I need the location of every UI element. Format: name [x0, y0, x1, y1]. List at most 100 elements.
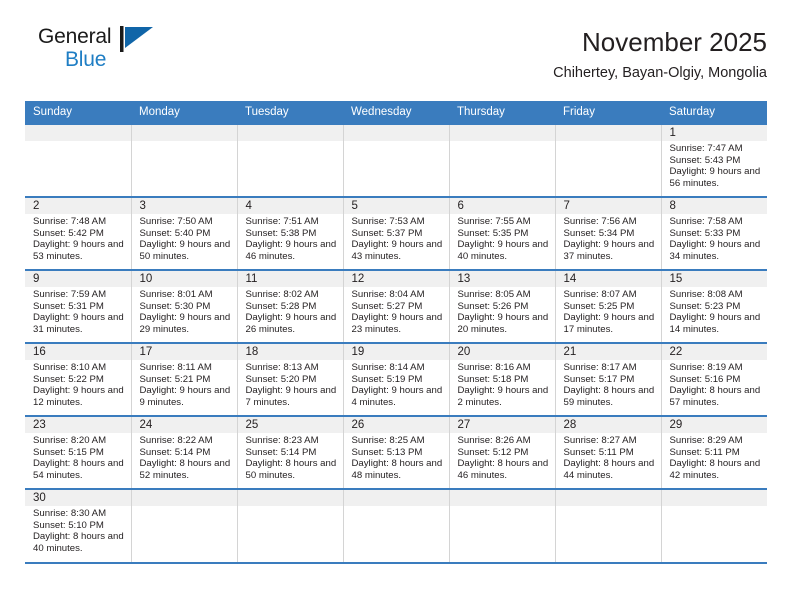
calendar-day-cell[interactable]: 20 Sunrise: 8:16 AM Sunset: 5:18 PM Dayligh…	[449, 342, 556, 416]
calendar-day-cell[interactable]: 21 Sunrise: 8:17 AM Sunset: 5:17 PM Dayligh…	[555, 342, 662, 416]
day-sun-info: Sunrise: 8:10 AM Sunset: 5:22 PM Daylight:…	[25, 360, 131, 408]
daylight-text: Daylight: 9 hours and 7 minutes.	[245, 385, 337, 408]
day-number: 6	[449, 198, 555, 214]
calendar-page: General Blue November 2025 Chihertey, Ba…	[0, 0, 792, 612]
day-number: 16	[25, 344, 131, 360]
calendar-day-cell[interactable]: 4 Sunrise: 7:51 AM Sunset: 5:38 PM Daylight…	[237, 196, 344, 270]
sunrise-text: Sunrise: 7:50 AM	[139, 216, 213, 227]
daylight-text: Daylight: 9 hours and 2 minutes.	[457, 385, 549, 408]
calendar-day-cell[interactable]: 9 Sunrise: 7:59 AM Sunset: 5:31 PM Daylight…	[25, 269, 132, 343]
calendar-day-cell-empty	[449, 488, 556, 562]
calendar-day-cell[interactable]: 1 Sunrise: 7:47 AM Sunset: 5:43 PM Daylight…	[661, 123, 767, 197]
sunrise-sunset-calendar: Sunday Monday Tuesday Wednesday Thursday Frid…	[25, 101, 767, 562]
calendar-day-cell[interactable]: 16 Sunrise: 8:10 AM Sunset: 5:22 PM Dayligh…	[25, 342, 132, 416]
calendar-day-cell[interactable]: 26 Sunrise: 8:25 AM Sunset: 5:13 PM Dayligh…	[343, 415, 450, 489]
sunset-text: Sunset: 5:33 PM	[669, 227, 741, 239]
sunrise-text: Sunrise: 7:58 AM	[669, 216, 743, 227]
day-number-placeholder	[449, 490, 555, 506]
calendar-day-cell[interactable]: 8 Sunrise: 7:58 AM Sunset: 5:33 PM Daylight…	[661, 196, 768, 270]
calendar-day-cell[interactable]: 27 Sunrise: 8:26 AM Sunset: 5:12 PM Dayligh…	[449, 415, 556, 489]
calendar-day-cell[interactable]: 22 Sunrise: 8:19 AM Sunset: 5:16 PM Dayligh…	[661, 342, 767, 416]
calendar-day-cell[interactable]: 19 Sunrise: 8:14 AM Sunset: 5:19 PM Dayligh…	[343, 342, 450, 416]
sunrise-text: Sunrise: 8:01 AM	[139, 289, 213, 300]
calendar-day-cell[interactable]: 28 Sunrise: 8:27 AM Sunset: 5:11 PM Dayligh…	[555, 415, 662, 489]
sunset-text: Sunset: 5:19 PM	[351, 373, 423, 385]
sunset-text: Sunset: 5:28 PM	[245, 300, 317, 312]
calendar-day-cell[interactable]: 15 Sunrise: 8:08 AM Sunset: 5:23 PM Dayligh…	[661, 269, 767, 343]
calendar-day-cell[interactable]: 29 Sunrise: 8:29 AM Sunset: 5:11 PM Dayligh…	[661, 415, 767, 489]
sunset-text: Sunset: 5:21 PM	[139, 373, 211, 385]
calendar-day-cell[interactable]: 11 Sunrise: 8:02 AM Sunset: 5:28 PM Dayligh…	[237, 269, 344, 343]
day-sun-info: Sunrise: 8:22 AM Sunset: 5:14 PM Daylight:…	[132, 433, 237, 481]
day-sun-info: Sunrise: 7:55 AM Sunset: 5:35 PM Daylight:…	[450, 214, 555, 262]
sunrise-text: Sunrise: 8:02 AM	[245, 289, 319, 300]
calendar-day-cell[interactable]: 13 Sunrise: 8:05 AM Sunset: 5:26 PM Dayligh…	[449, 269, 556, 343]
location-subtitle: Chihertey, Bayan-Olgiy, Mongolia	[553, 65, 767, 81]
calendar-day-cell-empty	[555, 488, 662, 562]
calendar-day-cell[interactable]: 2 Sunrise: 7:48 AM Sunset: 5:42 PM Daylight…	[25, 196, 132, 270]
day-sun-info: Sunrise: 8:02 AM Sunset: 5:28 PM Daylight:…	[238, 287, 343, 335]
sunset-text: Sunset: 5:12 PM	[457, 446, 529, 458]
day-number-placeholder	[237, 490, 343, 506]
sunset-text: Sunset: 5:31 PM	[33, 300, 104, 312]
page-header: General Blue November 2025 Chihertey, Ba…	[25, 0, 767, 97]
calendar-day-cell[interactable]: 18 Sunrise: 8:13 AM Sunset: 5:20 PM Dayligh…	[237, 342, 344, 416]
daylight-text: Daylight: 8 hours and 54 minutes.	[33, 458, 124, 481]
calendar-day-cell[interactable]: 10 Sunrise: 8:01 AM Sunset: 5:30 PM Dayligh…	[131, 269, 238, 343]
sunrise-text: Sunrise: 8:19 AM	[669, 362, 743, 373]
daylight-text: Daylight: 9 hours and 53 minutes.	[33, 239, 124, 262]
day-number: 10	[131, 271, 237, 287]
sunset-text: Sunset: 5:16 PM	[669, 373, 741, 385]
calendar-day-cell[interactable]: 6 Sunrise: 7:55 AM Sunset: 5:35 PM Daylight…	[449, 196, 556, 270]
daylight-text: Daylight: 9 hours and 4 minutes.	[351, 385, 443, 408]
calendar-day-cell[interactable]: 25 Sunrise: 8:23 AM Sunset: 5:14 PM Dayligh…	[237, 415, 344, 489]
calendar-day-cell[interactable]: 3 Sunrise: 7:50 AM Sunset: 5:40 PM Daylight…	[131, 196, 238, 270]
calendar-day-cell[interactable]: 14 Sunrise: 8:07 AM Sunset: 5:25 PM Dayligh…	[555, 269, 662, 343]
calendar-day-cell[interactable]: 23 Sunrise: 8:20 AM Sunset: 5:15 PM Dayligh…	[25, 415, 132, 489]
daylight-text: Daylight: 9 hours and 20 minutes.	[457, 312, 549, 335]
day-number: 28	[555, 417, 661, 433]
daylight-text: Daylight: 9 hours and 56 minutes.	[669, 166, 761, 189]
calendar-day-cell[interactable]: 17 Sunrise: 8:11 AM Sunset: 5:21 PM Dayligh…	[131, 342, 238, 416]
day-number: 14	[555, 271, 661, 287]
day-sun-info: Sunrise: 7:51 AM Sunset: 5:38 PM Daylight:…	[238, 214, 343, 262]
sunset-text: Sunset: 5:35 PM	[457, 227, 529, 239]
calendar-day-cell-empty	[237, 123, 344, 197]
calendar-day-cell[interactable]: 24 Sunrise: 8:22 AM Sunset: 5:14 PM Dayligh…	[131, 415, 238, 489]
daylight-text: Daylight: 8 hours and 59 minutes.	[563, 385, 655, 408]
day-sun-info: Sunrise: 8:07 AM Sunset: 5:25 PM Daylight:…	[556, 287, 661, 335]
calendar-day-cell[interactable]: 30 Sunrise: 8:30 AM Sunset: 5:10 PM Dayligh…	[25, 488, 132, 562]
daylight-text: Daylight: 9 hours and 31 minutes.	[33, 312, 124, 335]
day-sun-info: Sunrise: 8:20 AM Sunset: 5:15 PM Daylight:…	[25, 433, 131, 481]
day-number: 11	[237, 271, 343, 287]
day-number-placeholder	[131, 490, 237, 506]
calendar-day-cell-empty	[555, 123, 662, 197]
day-sun-info: Sunrise: 7:58 AM Sunset: 5:33 PM Daylight:…	[662, 214, 768, 262]
daylight-text: Daylight: 9 hours and 29 minutes.	[139, 312, 231, 335]
calendar-day-cell-empty	[131, 488, 238, 562]
sunset-text: Sunset: 5:11 PM	[669, 446, 740, 458]
general-blue-logo[interactable]: General Blue	[25, 25, 155, 77]
calendar-day-cell-empty	[449, 123, 556, 197]
calendar-day-cell[interactable]: 5 Sunrise: 7:53 AM Sunset: 5:37 PM Daylight…	[343, 196, 450, 270]
calendar-day-cell[interactable]: 12 Sunrise: 8:04 AM Sunset: 5:27 PM Dayligh…	[343, 269, 450, 343]
sunset-text: Sunset: 5:20 PM	[245, 373, 317, 385]
day-number-placeholder	[661, 490, 767, 506]
day-sun-info: Sunrise: 8:16 AM Sunset: 5:18 PM Daylight:…	[450, 360, 555, 408]
day-sun-info: Sunrise: 7:53 AM Sunset: 5:37 PM Daylight:…	[344, 214, 449, 262]
calendar-day-cell[interactable]: 7 Sunrise: 7:56 AM Sunset: 5:34 PM Daylight…	[555, 196, 662, 270]
sunrise-text: Sunrise: 7:59 AM	[33, 289, 107, 300]
weekday-header-friday: Friday	[555, 101, 661, 124]
calendar-week-row: 9 Sunrise: 7:59 AM Sunset: 5:31 PM Daylight…	[25, 269, 767, 343]
sunset-text: Sunset: 5:23 PM	[669, 300, 741, 312]
sunrise-text: Sunrise: 8:17 AM	[563, 362, 637, 373]
day-sun-info: Sunrise: 7:48 AM Sunset: 5:42 PM Daylight:…	[25, 214, 131, 262]
day-number: 3	[131, 198, 237, 214]
daylight-text: Daylight: 8 hours and 48 minutes.	[351, 458, 443, 481]
weekday-header-saturday: Saturday	[661, 101, 767, 124]
sunset-text: Sunset: 5:37 PM	[351, 227, 423, 239]
sunrise-text: Sunrise: 8:14 AM	[351, 362, 425, 373]
weekday-header-row: Sunday Monday Tuesday Wednesday Thursday Frid…	[25, 101, 767, 124]
sunset-text: Sunset: 5:40 PM	[139, 227, 211, 239]
daylight-text: Daylight: 9 hours and 17 minutes.	[563, 312, 655, 335]
